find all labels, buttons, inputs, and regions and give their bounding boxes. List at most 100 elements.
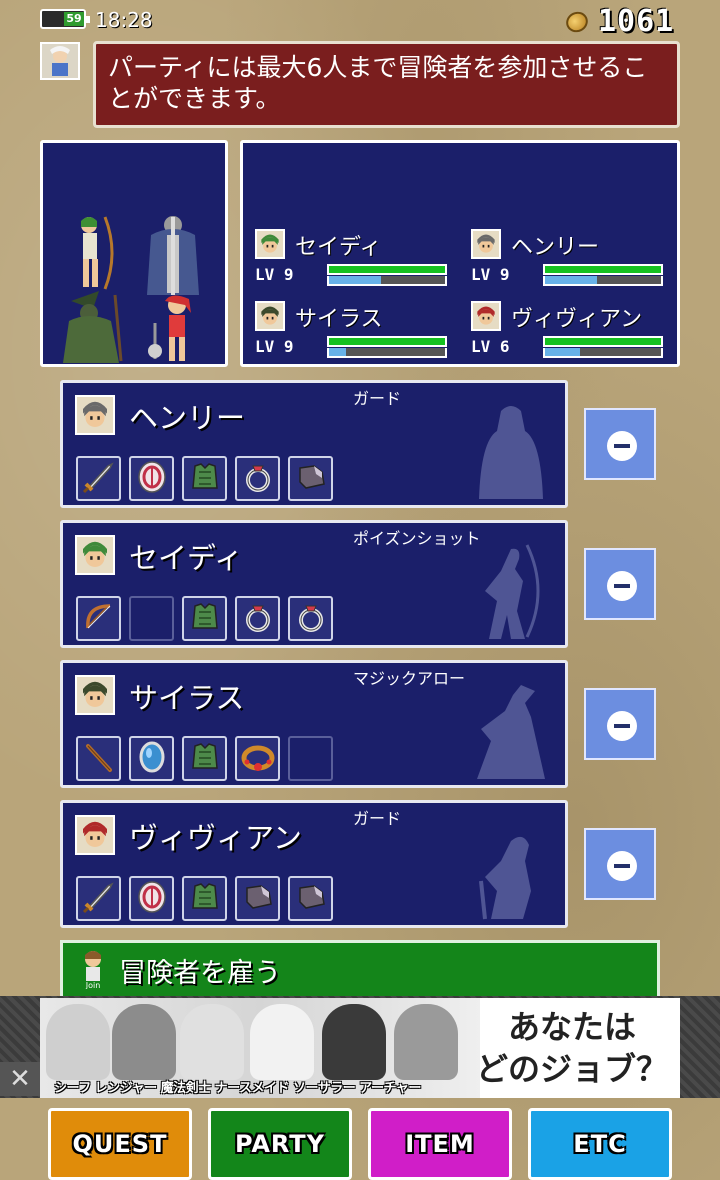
mage-sprite (59, 291, 125, 363)
equipment-slot[interactable] (76, 876, 121, 921)
remove-member-button[interactable] (584, 408, 656, 480)
empty-equipment-slot[interactable] (288, 736, 333, 781)
member-portrait (75, 535, 115, 575)
armor-icon (186, 598, 224, 640)
equipment-slot[interactable] (235, 596, 280, 641)
boots-icon (239, 878, 277, 920)
member-name: ヘンリー (511, 235, 600, 260)
party-stat-0: セイディ LV 9 (255, 229, 465, 294)
hp-bar (543, 264, 663, 275)
shield-icon (133, 458, 171, 500)
ring-icon (239, 598, 277, 640)
message-box: パーティには最大6人まで冒険者を参加させることができます。 (93, 41, 680, 128)
exp-bar (543, 348, 663, 358)
equipment-slot[interactable] (129, 456, 174, 501)
ring-icon (292, 598, 330, 640)
equipment-slot[interactable] (182, 736, 227, 781)
equipment-slot[interactable] (235, 876, 280, 921)
remove-member-button[interactable] (584, 688, 656, 760)
battery-icon: 59 (40, 9, 90, 29)
nav-etc-button[interactable]: ETC (528, 1108, 672, 1180)
equipment-slot[interactable] (235, 456, 280, 501)
member-card-2[interactable]: サイラス マジックアロー (60, 660, 568, 788)
bow-icon (80, 598, 118, 640)
warrior-sprite (147, 293, 207, 363)
party-stat-3: ヴィヴィアン LV 6 (471, 301, 681, 366)
class-silhouette (471, 401, 551, 501)
member-portrait (471, 301, 501, 331)
guide-avatar (40, 42, 80, 80)
status-bar: 59 18:28 1061 (0, 0, 720, 40)
nav-quest-button[interactable]: QUEST (48, 1108, 192, 1180)
boots-icon (292, 878, 330, 920)
remove-member-button[interactable] (584, 548, 656, 620)
gem-icon (133, 738, 171, 780)
member-card-1[interactable]: セイディ ポイズンショット (60, 520, 568, 648)
member-portrait (255, 301, 285, 331)
member-level: LV 9 (255, 265, 294, 284)
hire-button-label: 冒険者を雇う (119, 958, 281, 989)
class-silhouette (471, 821, 551, 921)
minus-icon (607, 711, 637, 741)
remove-member-button[interactable] (584, 828, 656, 900)
equipment-slot[interactable] (182, 596, 227, 641)
empty-equipment-slot[interactable] (129, 596, 174, 641)
equipment-slot[interactable] (235, 736, 280, 781)
equipment-slot[interactable] (288, 456, 333, 501)
member-name: ヴィヴィアン (511, 307, 643, 332)
staff-icon (80, 738, 118, 780)
party-stat-1: ヘンリー LV 9 (471, 229, 681, 294)
knight-sprite (141, 213, 205, 297)
minus-icon (607, 571, 637, 601)
archer-sprite (63, 213, 119, 293)
sword-icon (80, 458, 118, 500)
equipment-slot[interactable] (182, 456, 227, 501)
armor-icon (186, 458, 224, 500)
member-name: セイディ (129, 541, 243, 575)
member-skill: マジックアロー (353, 669, 466, 688)
party-sprites-panel (40, 140, 228, 367)
hire-adventurer-button[interactable]: Join 冒険者を雇う (60, 940, 660, 996)
equipment-slot[interactable] (76, 456, 121, 501)
member-name: ヴィヴィアン (129, 821, 302, 855)
equipment-slot[interactable] (129, 876, 174, 921)
equipment-slot[interactable] (288, 876, 333, 921)
nav-party-button[interactable]: PARTY (208, 1108, 352, 1180)
equipment-slot[interactable] (129, 736, 174, 781)
party-stats-panel: セイディ LV 9 ヘンリー LV 9 サイラス LV 9 ヴィヴィアン LV … (240, 140, 680, 367)
equipment-slot[interactable] (76, 596, 121, 641)
gold-amount: 1061 (598, 4, 675, 39)
member-card-3[interactable]: ヴィヴィアン ガード (60, 800, 568, 928)
ad-banner[interactable]: シーフ レンジャー 魔法剣士 ナースメイド ソーサラー アーチャー あなたは ど… (40, 998, 680, 1098)
member-name: セイディ (295, 235, 382, 260)
join-icon: Join (75, 949, 111, 990)
member-portrait (75, 675, 115, 715)
ad-headline-line1: あなたは (507, 1008, 636, 1046)
ad-headline: あなたは どのジョブ？ (472, 1006, 672, 1090)
member-portrait (75, 395, 115, 435)
svg-text:Join: Join (85, 981, 101, 989)
ring-icon (239, 458, 277, 500)
clock: 18:28 (95, 8, 153, 32)
bracelet-icon (239, 738, 277, 780)
class-silhouette (471, 681, 551, 781)
coin-icon (562, 8, 592, 36)
equipment-slot[interactable] (76, 736, 121, 781)
member-portrait (255, 229, 285, 259)
member-portrait (75, 815, 115, 855)
member-name: サイラス (295, 307, 383, 332)
member-skill: ガード (353, 389, 402, 408)
nav-item-button[interactable]: ITEM (368, 1108, 512, 1180)
sword-icon (80, 878, 118, 920)
hp-bar (327, 264, 447, 275)
member-card-0[interactable]: ヘンリー ガード (60, 380, 568, 508)
ad-headline-line2: どのジョブ？ (475, 1050, 668, 1088)
member-name: サイラス (129, 681, 245, 715)
ad-close-button[interactable]: ✕ (0, 1062, 40, 1096)
member-skill: ガード (353, 809, 402, 828)
equipment-slot[interactable] (288, 596, 333, 641)
equipment-slot[interactable] (182, 876, 227, 921)
minus-icon (607, 431, 637, 461)
ad-class-names: シーフ レンジャー 魔法剣士 ナースメイド ソーサラー アーチャー (54, 1081, 421, 1096)
hp-bar (543, 336, 663, 347)
